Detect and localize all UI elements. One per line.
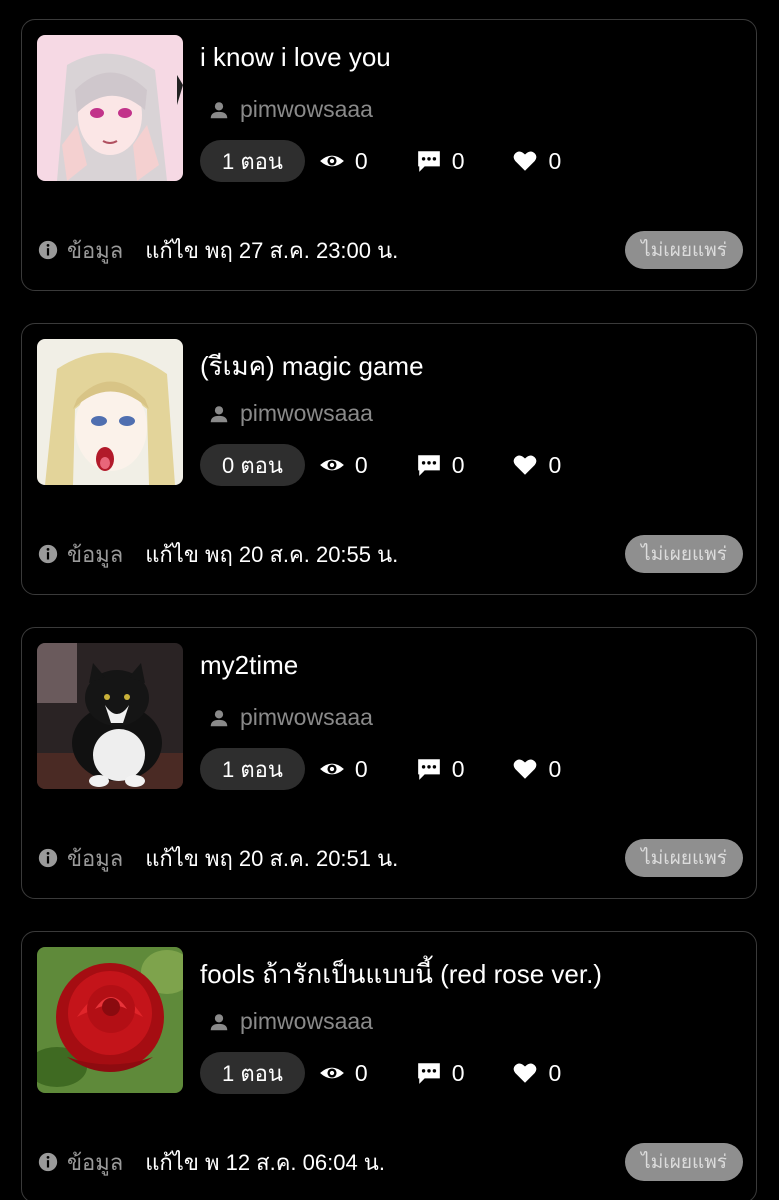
heart-icon <box>514 455 537 475</box>
card-footer: ข้อมูล แก้ไข พ 12 ส.ค. 06:04 น. ไม่เผยแพ… <box>37 1142 743 1182</box>
views-count: 0 <box>354 1059 368 1086</box>
info-label: ข้อมูล <box>67 541 124 567</box>
card-footer: ข้อมูล แก้ไข พฤ 20 ส.ค. 20:51 น. ไม่เผยแ… <box>37 838 743 878</box>
author-row[interactable]: pimwowsaaa <box>208 704 373 731</box>
episode-count-badge: 1 ตอน <box>200 1052 305 1094</box>
cover-image[interactable] <box>37 35 183 181</box>
comments-count: 0 <box>451 1059 465 1086</box>
episode-count-badge: 0 ตอน <box>200 444 305 486</box>
likes-stat: 0 <box>512 1060 561 1087</box>
story-title[interactable]: fools ถ้ารักเป็นแบบนี้ (red rose ver.) <box>200 954 602 995</box>
story-title[interactable]: (รีเมค) magic game <box>200 346 424 387</box>
comment-icon <box>417 151 440 172</box>
story-card[interactable]: (รีเมค) magic game pimwowsaaa 0 ตอน 0 0 … <box>21 323 757 595</box>
story-card[interactable]: fools ถ้ารักเป็นแบบนี้ (red rose ver.) p… <box>21 931 757 1200</box>
heart-icon <box>514 759 537 779</box>
comments-stat: 0 <box>416 755 465 783</box>
info-label: ข้อมูล <box>67 237 124 263</box>
author-row[interactable]: pimwowsaaa <box>208 96 373 123</box>
status-badge[interactable]: ไม่เผยแพร่ <box>625 1143 743 1181</box>
info-icon <box>38 544 58 564</box>
cat-cover-icon <box>37 643 183 789</box>
views-stat: 0 <box>319 452 368 479</box>
user-icon <box>210 1013 228 1030</box>
cover-image[interactable] <box>37 643 183 789</box>
comments-stat: 0 <box>416 1059 465 1087</box>
eye-icon <box>319 155 344 167</box>
views-count: 0 <box>354 451 368 478</box>
likes-count: 0 <box>548 147 562 174</box>
views-stat: 0 <box>319 756 368 783</box>
info-label: ข้อมูล <box>67 1149 124 1175</box>
stats-row: 1 ตอน 0 0 0 <box>200 748 561 790</box>
episode-count-badge: 1 ตอน <box>200 140 305 182</box>
author-name: pimwowsaaa <box>240 704 373 730</box>
author-row[interactable]: pimwowsaaa <box>208 400 373 427</box>
views-stat: 0 <box>319 1060 368 1087</box>
author-name: pimwowsaaa <box>240 1008 373 1034</box>
info-button[interactable]: ข้อมูล <box>37 1145 123 1180</box>
views-stat: 0 <box>319 148 368 175</box>
likes-count: 0 <box>548 755 562 782</box>
edited-timestamp: แก้ไข พฤ 20 ส.ค. 20:55 น. <box>145 541 399 567</box>
views-count: 0 <box>354 147 368 174</box>
comments-count: 0 <box>451 451 465 478</box>
likes-count: 0 <box>548 1059 562 1086</box>
status-badge[interactable]: ไม่เผยแพร่ <box>625 839 743 877</box>
edited-timestamp: แก้ไข พฤ 20 ส.ค. 20:51 น. <box>145 845 399 871</box>
story-card[interactable]: my2time pimwowsaaa 1 ตอน 0 0 0 ข้อมูล แก… <box>21 627 757 899</box>
likes-count: 0 <box>548 451 562 478</box>
heart-icon <box>514 151 537 171</box>
story-list: i know i love you pimwowsaaa 1 ตอน 0 0 0 <box>0 0 779 1200</box>
comments-count: 0 <box>451 755 465 782</box>
likes-stat: 0 <box>512 756 561 783</box>
eye-icon <box>319 763 344 775</box>
edited-timestamp: แก้ไข พ 12 ส.ค. 06:04 น. <box>145 1149 385 1175</box>
eye-icon <box>319 1067 344 1079</box>
episode-count-badge: 1 ตอน <box>200 748 305 790</box>
card-footer: ข้อมูล แก้ไข พฤ 27 ส.ค. 23:00 น. ไม่เผยแ… <box>37 230 743 270</box>
comment-icon <box>417 759 440 780</box>
views-count: 0 <box>354 755 368 782</box>
story-title[interactable]: i know i love you <box>200 42 391 73</box>
story-card[interactable]: i know i love you pimwowsaaa 1 ตอน 0 0 0 <box>21 19 757 291</box>
red-rose-cover-icon <box>37 947 183 1093</box>
comments-count: 0 <box>451 147 465 174</box>
author-name: pimwowsaaa <box>240 96 373 122</box>
info-icon <box>38 1152 58 1172</box>
stats-row: 0 ตอน 0 0 0 <box>200 444 561 486</box>
info-icon <box>38 848 58 868</box>
anime-blonde-cover-icon <box>37 339 183 485</box>
card-footer: ข้อมูล แก้ไข พฤ 20 ส.ค. 20:55 น. ไม่เผยแ… <box>37 534 743 574</box>
info-label: ข้อมูล <box>67 845 124 871</box>
anime-girl-cover-icon <box>37 35 183 181</box>
user-icon <box>210 101 228 118</box>
edited-timestamp: แก้ไข พฤ 27 ส.ค. 23:00 น. <box>145 237 399 263</box>
heart-icon <box>514 1063 537 1083</box>
info-button[interactable]: ข้อมูล <box>37 841 123 876</box>
user-icon <box>210 709 228 726</box>
cover-image[interactable] <box>37 339 183 485</box>
stats-row: 1 ตอน 0 0 0 <box>200 1052 561 1094</box>
likes-stat: 0 <box>512 148 561 175</box>
user-icon <box>210 405 228 422</box>
likes-stat: 0 <box>512 452 561 479</box>
comment-icon <box>417 455 440 476</box>
info-icon <box>38 240 58 260</box>
cover-image[interactable] <box>37 947 183 1093</box>
comment-icon <box>417 1063 440 1084</box>
comments-stat: 0 <box>416 147 465 175</box>
author-row[interactable]: pimwowsaaa <box>208 1008 373 1035</box>
stats-row: 1 ตอน 0 0 0 <box>200 140 561 182</box>
status-badge[interactable]: ไม่เผยแพร่ <box>625 231 743 269</box>
comments-stat: 0 <box>416 451 465 479</box>
info-button[interactable]: ข้อมูล <box>37 233 123 268</box>
info-button[interactable]: ข้อมูล <box>37 537 123 572</box>
author-name: pimwowsaaa <box>240 400 373 426</box>
story-title[interactable]: my2time <box>200 650 298 681</box>
status-badge[interactable]: ไม่เผยแพร่ <box>625 535 743 573</box>
eye-icon <box>319 459 344 471</box>
